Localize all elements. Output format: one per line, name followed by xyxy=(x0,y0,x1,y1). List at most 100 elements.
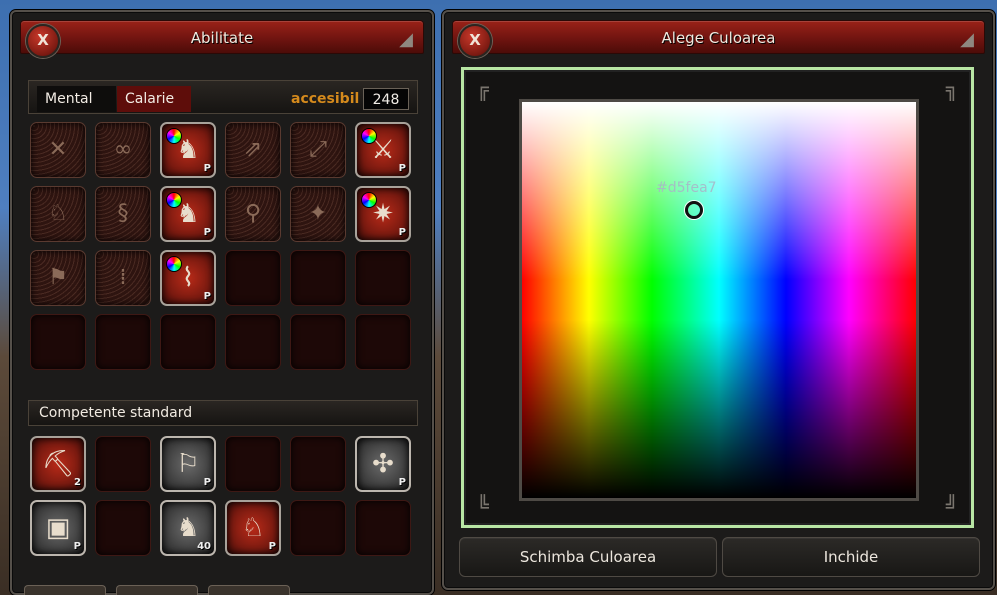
horse-head-icon: ♘ xyxy=(241,513,265,543)
skill-level: P xyxy=(203,163,211,174)
standard-skills-label: Competente standard xyxy=(39,405,193,421)
mining-icon: ⛏ xyxy=(41,449,75,479)
color-orb-icon xyxy=(166,256,182,272)
bottom-tab[interactable] xyxy=(116,585,198,595)
skills-slot[interactable]: ✦ xyxy=(290,186,346,242)
standard-slot xyxy=(95,500,151,556)
skills-slot[interactable]: ⤢ xyxy=(290,122,346,178)
skill-level: P xyxy=(203,477,211,488)
standard-slot[interactable]: ▣ P xyxy=(30,500,86,556)
available-points-value: 248 xyxy=(363,88,409,110)
available-points-label: accesibil xyxy=(291,91,360,107)
book-icon: ▣ xyxy=(45,513,71,543)
skills-slot xyxy=(355,250,411,306)
skill-level: P xyxy=(73,541,81,552)
standard-slot xyxy=(290,500,346,556)
horse-icon: ♞ xyxy=(176,513,200,543)
skill-level: P xyxy=(268,541,276,552)
skills-grid: ✕ ∞ ♞ P ⇗ ⤢ ⚔ P ♘ § ♞ P ⚲ ✦ ✷ P ⚑ ⁞ ⌇ P xyxy=(30,122,411,370)
skills-slot[interactable]: ✷ P xyxy=(355,186,411,242)
skills-slot[interactable]: ⚲ xyxy=(225,186,281,242)
tornado-icon: ⌇ xyxy=(181,263,195,293)
skill-level: P xyxy=(398,477,406,488)
skill-level: P xyxy=(203,227,211,238)
burst-icon: ✷ xyxy=(372,199,394,229)
skills-slot[interactable]: ♞ P xyxy=(160,186,216,242)
skill-level: P xyxy=(398,163,406,174)
swirl-icon: ∞ xyxy=(113,137,133,162)
standard-slot xyxy=(95,436,151,492)
standard-slot xyxy=(290,436,346,492)
tab-mental[interactable]: Mental xyxy=(37,86,116,112)
skills-slot[interactable]: ♘ xyxy=(30,186,86,242)
standard-slot[interactable]: ✣ P xyxy=(355,436,411,492)
skills-slot xyxy=(290,314,346,370)
crossed-blades-icon: ✕ xyxy=(48,137,68,162)
arrow-diagonal-icon: ⤢ xyxy=(309,137,327,162)
banner-icon: ⚑ xyxy=(48,265,68,290)
standard-slot[interactable]: ♞ 40 xyxy=(160,500,216,556)
skills-slot[interactable]: ⌇ P xyxy=(160,250,216,306)
tab-calarie[interactable]: Calarie xyxy=(117,86,191,112)
skills-close-button[interactable]: X xyxy=(26,24,60,58)
skills-window-title: Abilitate xyxy=(190,29,254,47)
rain-icon: ⁞ xyxy=(119,265,127,290)
color-spectrum[interactable]: #d5fea7 xyxy=(519,99,919,501)
corner-ornament-icon: ◢ xyxy=(960,29,974,50)
rider-icon: ⚲ xyxy=(244,201,262,226)
standard-slot xyxy=(225,436,281,492)
color-orb-icon xyxy=(361,128,377,144)
bottom-toolbar xyxy=(24,584,404,595)
color-orb-icon xyxy=(361,192,377,208)
skills-slot xyxy=(225,314,281,370)
skill-level: P xyxy=(398,227,406,238)
color-orb-icon xyxy=(166,192,182,208)
skills-slot[interactable]: ✕ xyxy=(30,122,86,178)
spiral-icon: § xyxy=(117,201,129,226)
skill-level: 2 xyxy=(74,477,81,488)
corner-ornament-icon: ◢ xyxy=(399,29,413,50)
frame-corner-icon: ╝ xyxy=(945,494,959,518)
standard-slot[interactable]: ♘ P xyxy=(225,500,281,556)
color-cursor[interactable] xyxy=(685,201,703,219)
skills-slot xyxy=(160,314,216,370)
standard-slot[interactable]: ⛏ 2 xyxy=(30,436,86,492)
skills-slot[interactable]: ⇗ xyxy=(225,122,281,178)
skills-slot xyxy=(30,314,86,370)
skills-slot[interactable]: § xyxy=(95,186,151,242)
frame-corner-icon: ╚ xyxy=(476,494,490,518)
standard-skills-header: Competente standard xyxy=(28,400,418,426)
standard-slot xyxy=(355,500,411,556)
color-orb-icon xyxy=(166,128,182,144)
frame-corner-icon: ╔ xyxy=(476,77,490,101)
bottom-tab[interactable] xyxy=(24,585,106,595)
skills-slot[interactable]: ⚔ P xyxy=(355,122,411,178)
picker-frame: ╔ ╗ ╚ ╝ #d5fea7 xyxy=(461,67,974,528)
skills-slot[interactable]: ⚑ xyxy=(30,250,86,306)
flag-icon: ⚐ xyxy=(176,449,200,479)
color-window-title: Alege Culoarea xyxy=(661,29,776,47)
skill-level: P xyxy=(203,291,211,302)
knot-icon: ✣ xyxy=(372,449,394,479)
skills-slot xyxy=(95,314,151,370)
skills-slot[interactable]: ⁞ xyxy=(95,250,151,306)
skills-slot xyxy=(290,250,346,306)
standard-slot[interactable]: ⚐ P xyxy=(160,436,216,492)
change-color-button[interactable]: Schimba Culoarea xyxy=(459,537,717,577)
skills-window: Abilitate X ◢ Mental Calarie accesibil 2… xyxy=(10,10,434,595)
bottom-tab[interactable] xyxy=(208,585,290,595)
skills-slot[interactable]: ♞ P xyxy=(160,122,216,178)
close-button[interactable]: Inchide xyxy=(722,537,980,577)
skills-titlebar[interactable]: Abilitate xyxy=(20,20,424,54)
color-titlebar[interactable]: Alege Culoarea xyxy=(452,20,985,54)
shatter-icon: ✦ xyxy=(308,201,328,226)
standard-skills-grid: ⛏ 2 ⚐ P ✣ P ▣ P ♞ 40 ♘ P xyxy=(30,436,411,556)
arrow-up-icon: ⇗ xyxy=(243,137,263,162)
hex-color-readout: #d5fea7 xyxy=(656,180,717,196)
skills-slot[interactable]: ∞ xyxy=(95,122,151,178)
color-picker-window: Alege Culoarea X ◢ ╔ ╗ ╚ ╝ #d5fea7 Schim… xyxy=(442,10,995,590)
skills-slot xyxy=(355,314,411,370)
horse-stomp-icon: ♘ xyxy=(48,201,68,226)
skill-level: 40 xyxy=(197,541,211,552)
color-close-button[interactable]: X xyxy=(458,24,492,58)
